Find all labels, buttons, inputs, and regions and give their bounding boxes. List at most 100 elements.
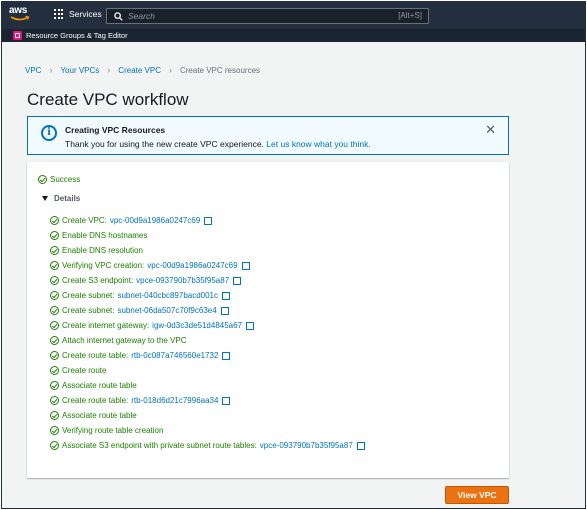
app-window: aws Services Search [Alt+S] Resource Gro…	[1, 1, 586, 509]
caret-down-icon	[42, 196, 48, 201]
workflow-step: Verifying route table creation	[50, 426, 163, 435]
step-text: Create route table:	[62, 396, 129, 405]
success-check-icon	[50, 246, 59, 255]
step-text: Enable DNS resolution	[62, 246, 143, 255]
step-text: Associate route table	[62, 411, 137, 420]
success-check-icon	[50, 411, 59, 420]
external-link-icon[interactable]	[356, 440, 366, 450]
workflow-status-panel: Success Details Create VPC: vpc-00d9a1986…	[27, 162, 509, 478]
external-link-icon[interactable]	[222, 290, 232, 300]
success-check-icon	[50, 291, 59, 300]
search-icon	[114, 12, 123, 21]
step-resource-link[interactable]: igw-0d3c3de51d4845a67	[152, 321, 242, 330]
services-grid-icon	[54, 9, 64, 19]
step-text: Create subnet:	[62, 291, 115, 300]
workflow-step: Attach internet gateway to the VPC	[50, 336, 187, 345]
success-check-icon	[50, 396, 59, 405]
workflow-step: Create subnet: subnet-06da507c70f9c63e4	[50, 305, 230, 315]
success-check-icon	[50, 306, 59, 315]
success-check-icon	[50, 441, 59, 450]
success-check-icon	[50, 366, 59, 375]
external-link-icon[interactable]	[222, 395, 232, 405]
workflow-step: Associate route table	[50, 381, 137, 390]
flash-message-text: Thank you for using the new create VPC e…	[65, 139, 264, 149]
workflow-step: Create route table: rtb-0c087a746560e1732	[50, 350, 232, 360]
success-check-icon	[50, 321, 59, 330]
external-link-icon[interactable]	[222, 350, 232, 360]
step-text: Create route table:	[62, 351, 129, 360]
external-link-icon[interactable]	[241, 260, 251, 270]
external-link-icon[interactable]	[233, 275, 243, 285]
search-input[interactable]: Search [Alt+S]	[106, 8, 429, 24]
services-menu[interactable]: Services	[54, 9, 102, 19]
step-text: Create VPC:	[62, 216, 107, 225]
workflow-step: Create internet gateway: igw-0d3c3de51d48…	[50, 320, 256, 330]
step-resource-link[interactable]: subnet-06da507c70f9c63e4	[117, 306, 216, 315]
workflow-step: Create VPC: vpc-00d9a1986a0247c69	[50, 215, 214, 225]
step-text: Associate route table	[62, 381, 137, 390]
step-resource-link[interactable]: vpc-00d9a1986a0247c69	[110, 216, 200, 225]
step-text: Create internet gateway:	[62, 321, 150, 330]
details-label: Details	[54, 194, 81, 203]
chevron-right-icon: ›	[168, 65, 172, 75]
details-toggle[interactable]: Details	[42, 194, 80, 203]
page-title: Create VPC workflow	[27, 90, 189, 109]
workflow-step: Enable DNS hostnames	[50, 231, 147, 240]
workflow-step: Create subnet: subnet-040cbc897bacd001c	[50, 290, 232, 300]
success-check-icon	[38, 175, 47, 184]
breadcrumb-your-vpcs[interactable]: Your VPCs	[60, 66, 99, 75]
success-status: Success	[38, 175, 80, 184]
info-icon: i	[41, 125, 57, 141]
external-link-icon[interactable]	[246, 320, 256, 330]
success-check-icon	[50, 231, 59, 240]
success-check-icon	[50, 216, 59, 225]
resource-groups-link[interactable]: Resource Groups & Tag Editor	[26, 31, 128, 40]
external-link-icon[interactable]	[220, 305, 230, 315]
success-text: Success	[50, 175, 81, 184]
aws-smile-icon	[10, 16, 30, 21]
step-resource-link[interactable]: vpce-093790b7b35f95a87	[260, 441, 353, 450]
workflow-step: Create S3 endpoint: vpce-093790b7b35f95a8…	[50, 275, 243, 285]
success-check-icon	[50, 381, 59, 390]
close-icon[interactable]: ✕	[485, 123, 496, 136]
flash-title: Creating VPC Resources	[65, 125, 166, 135]
search-shortcut-hint: [Alt+S]	[398, 11, 422, 20]
success-check-icon	[50, 261, 59, 270]
step-resource-link[interactable]: vpc-00d9a1986a0247c69	[147, 261, 237, 270]
external-link-icon[interactable]	[204, 215, 214, 225]
aws-logo-text: aws	[9, 5, 28, 16]
favorites-bar: Resource Groups & Tag Editor	[2, 29, 585, 42]
breadcrumb-create-vpc[interactable]: Create VPC	[118, 66, 161, 75]
aws-logo[interactable]: aws	[9, 5, 35, 25]
step-text: Create route	[62, 366, 107, 375]
workflow-step: Create route table: rtb-018d6d21c7996aa34	[50, 395, 232, 405]
step-resource-link[interactable]: vpce-093790b7b35f95a87	[136, 276, 229, 285]
workflow-step: Create route	[50, 366, 106, 375]
step-resource-link[interactable]: rtb-0c087a746560e1732	[131, 351, 218, 360]
view-vpc-button[interactable]: View VPC	[445, 486, 509, 504]
workflow-step: Associate route table	[50, 411, 137, 420]
resource-groups-icon	[13, 31, 22, 40]
flash-message: Thank you for using the new create VPC e…	[65, 139, 371, 149]
breadcrumb-vpc[interactable]: VPC	[25, 66, 41, 75]
step-resource-link[interactable]: rtb-018d6d21c7996aa34	[131, 396, 218, 405]
success-check-icon	[50, 276, 59, 285]
top-navigation-bar: aws Services Search [Alt+S]	[2, 2, 585, 29]
workflow-step: Verifying VPC creation: vpc-00d9a1986a024…	[50, 260, 251, 270]
breadcrumb-current: Create VPC resources	[179, 65, 261, 75]
workflow-step: Associate S3 endpoint with private subne…	[50, 440, 366, 450]
chevron-right-icon: ›	[107, 65, 111, 75]
info-flash-banner: i Creating VPC Resources Thank you for u…	[27, 116, 509, 155]
success-check-icon	[50, 426, 59, 435]
step-text: Associate S3 endpoint with private subne…	[62, 441, 257, 450]
success-check-icon	[50, 336, 59, 345]
chevron-right-icon: ›	[49, 65, 53, 75]
feedback-link[interactable]: Let us know what you think.	[266, 139, 370, 149]
step-text: Create subnet:	[62, 306, 115, 315]
search-placeholder: Search	[128, 11, 155, 21]
services-label: Services	[69, 9, 102, 19]
step-text: Attach internet gateway to the VPC	[62, 336, 187, 345]
step-text: Verifying VPC creation:	[62, 261, 145, 270]
step-text: Verifying route table creation	[62, 426, 164, 435]
step-resource-link[interactable]: subnet-040cbc897bacd001c	[117, 291, 218, 300]
